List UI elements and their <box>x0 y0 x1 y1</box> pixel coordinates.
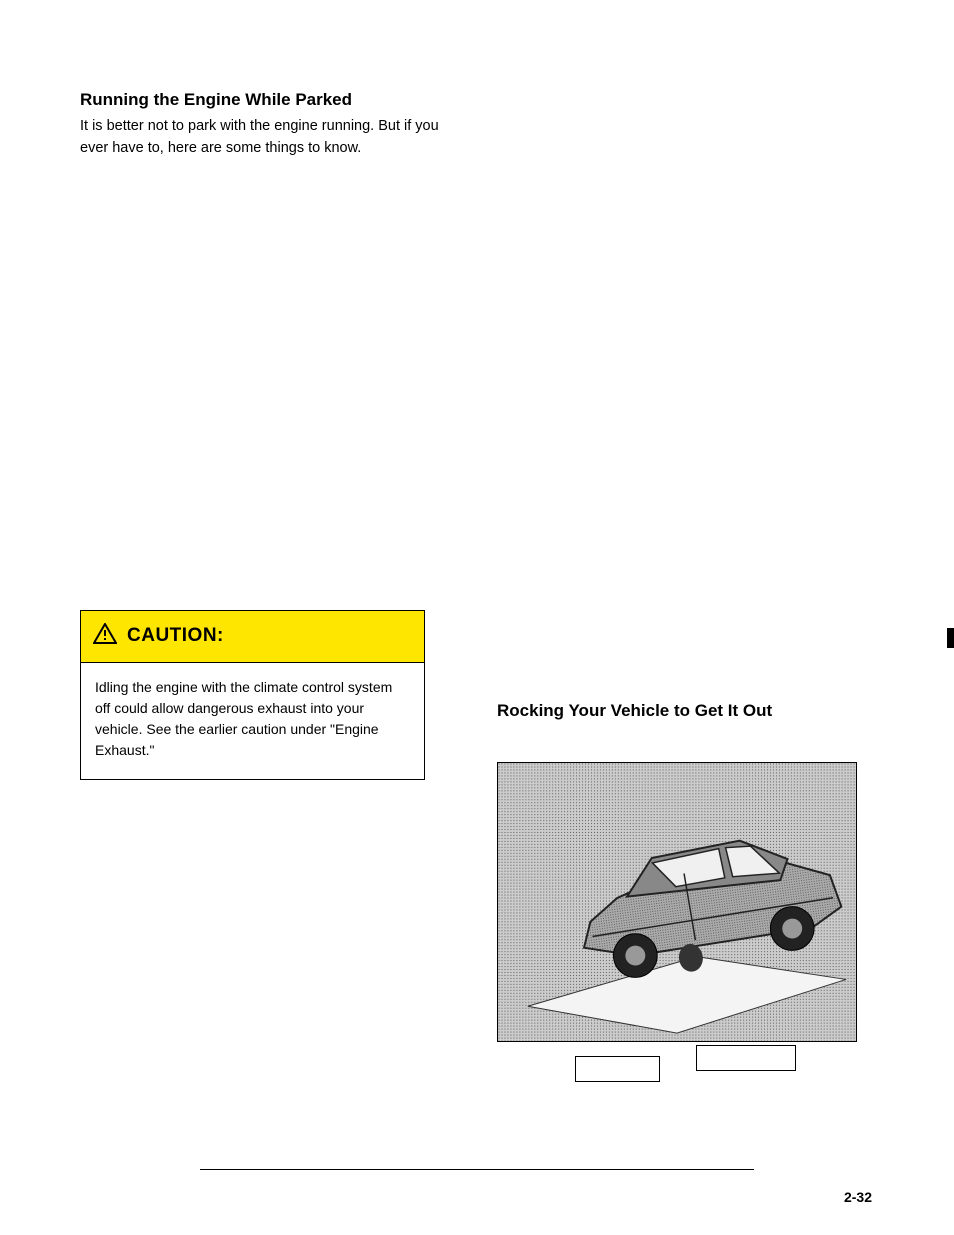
warning-triangle-icon <box>93 623 117 650</box>
intro-paragraph: It is better not to park with the engine… <box>80 116 457 160</box>
right-column: Rocking Your Vehicle to Get It Out <box>497 90 874 1082</box>
caption-box-row <box>497 1056 874 1082</box>
left-column: Running the Engine While Parked It is be… <box>80 90 457 1082</box>
caution-header: CAUTION: <box>81 611 424 663</box>
rocking-heading-block: Rocking Your Vehicle to Get It Out <box>497 700 874 722</box>
caption-box-2 <box>696 1045 796 1071</box>
running-engine-heading: Running the Engine While Parked <box>80 90 457 110</box>
footer-divider <box>200 1169 754 1170</box>
caution-box: CAUTION: Idling the engine with the clim… <box>80 610 425 780</box>
caution-body-text: Idling the engine with the climate contr… <box>81 663 424 779</box>
caption-box-1 <box>575 1056 660 1082</box>
caution-title: CAUTION: <box>127 625 224 647</box>
page-content: Running the Engine While Parked It is be… <box>0 0 954 1082</box>
rocking-vehicle-heading: Rocking Your Vehicle to Get It Out <box>497 700 874 722</box>
car-on-incline-illustration <box>497 762 857 1042</box>
page-number: 2-32 <box>844 1189 872 1205</box>
page-edge-tab <box>947 628 954 648</box>
two-column-layout: Running the Engine While Parked It is be… <box>80 90 874 1082</box>
